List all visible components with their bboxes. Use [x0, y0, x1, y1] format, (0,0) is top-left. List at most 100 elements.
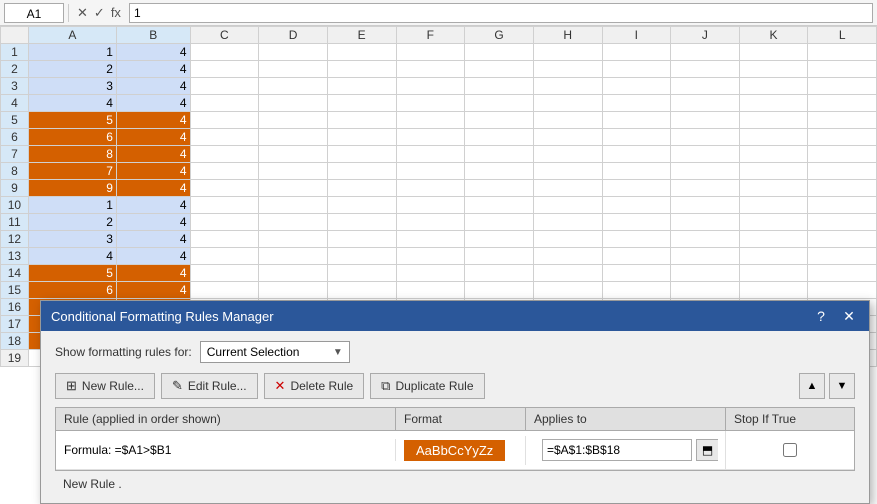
delete-rule-button[interactable]: ✕ Delete Rule	[264, 373, 365, 399]
cell-ref-box[interactable]: A1	[4, 3, 64, 23]
cell-empty[interactable]	[396, 163, 465, 180]
cell-empty[interactable]	[602, 197, 671, 214]
cell-b[interactable]: 4	[116, 231, 190, 248]
col-header-K[interactable]: K	[739, 27, 808, 44]
cell-empty[interactable]	[396, 112, 465, 129]
cell-empty[interactable]	[739, 231, 808, 248]
cell-empty[interactable]	[602, 129, 671, 146]
cell-empty[interactable]	[465, 180, 534, 197]
cell-empty[interactable]	[808, 248, 877, 265]
stop-if-true-checkbox[interactable]	[783, 443, 797, 457]
cell-empty[interactable]	[465, 112, 534, 129]
move-up-button[interactable]: ▲	[799, 373, 825, 399]
cell-empty[interactable]	[190, 44, 259, 61]
row-number[interactable]: 9	[1, 180, 29, 197]
cell-b[interactable]: 4	[116, 61, 190, 78]
cell-empty[interactable]	[671, 146, 740, 163]
cell-b[interactable]: 4	[116, 248, 190, 265]
cell-empty[interactable]	[739, 197, 808, 214]
cell-empty[interactable]	[671, 180, 740, 197]
row-number[interactable]: 12	[1, 231, 29, 248]
cell-empty[interactable]	[396, 146, 465, 163]
duplicate-rule-button[interactable]: ⧉ Duplicate Rule	[370, 373, 484, 399]
cell-empty[interactable]	[739, 129, 808, 146]
cell-empty[interactable]	[808, 163, 877, 180]
col-header-F[interactable]: F	[396, 27, 465, 44]
cell-empty[interactable]	[671, 129, 740, 146]
cell-a[interactable]: 4	[28, 95, 116, 112]
col-header-C[interactable]: C	[190, 27, 259, 44]
cell-empty[interactable]	[259, 112, 328, 129]
cell-empty[interactable]	[259, 78, 328, 95]
cell-empty[interactable]	[808, 282, 877, 299]
help-button[interactable]: ?	[811, 306, 831, 326]
cell-empty[interactable]	[259, 248, 328, 265]
cell-empty[interactable]	[465, 282, 534, 299]
cell-empty[interactable]	[190, 112, 259, 129]
cell-empty[interactable]	[259, 163, 328, 180]
cell-empty[interactable]	[190, 163, 259, 180]
close-button[interactable]: ✕	[839, 306, 859, 326]
cell-empty[interactable]	[190, 180, 259, 197]
cell-empty[interactable]	[808, 214, 877, 231]
cell-empty[interactable]	[396, 180, 465, 197]
cell-empty[interactable]	[190, 78, 259, 95]
cell-empty[interactable]	[190, 146, 259, 163]
cell-a[interactable]: 6	[28, 129, 116, 146]
cell-empty[interactable]	[671, 61, 740, 78]
cell-empty[interactable]	[602, 61, 671, 78]
cell-empty[interactable]	[396, 44, 465, 61]
col-header-I[interactable]: I	[602, 27, 671, 44]
cell-empty[interactable]	[602, 282, 671, 299]
cell-empty[interactable]	[533, 129, 602, 146]
cell-empty[interactable]	[602, 146, 671, 163]
cell-empty[interactable]	[739, 163, 808, 180]
row-number[interactable]: 18	[1, 333, 29, 350]
cell-b[interactable]: 4	[116, 265, 190, 282]
cell-empty[interactable]	[533, 44, 602, 61]
cell-empty[interactable]	[327, 129, 396, 146]
cell-empty[interactable]	[327, 231, 396, 248]
row-number[interactable]: 2	[1, 61, 29, 78]
cell-a[interactable]: 2	[28, 214, 116, 231]
cell-empty[interactable]	[533, 112, 602, 129]
new-rule-button[interactable]: ⊞ New Rule...	[55, 373, 155, 399]
cell-empty[interactable]	[259, 265, 328, 282]
applies-to-input[interactable]	[542, 439, 692, 461]
cell-empty[interactable]	[396, 231, 465, 248]
cell-empty[interactable]	[465, 214, 534, 231]
cell-empty[interactable]	[533, 282, 602, 299]
cell-b[interactable]: 4	[116, 282, 190, 299]
col-header-G[interactable]: G	[465, 27, 534, 44]
cell-empty[interactable]	[739, 248, 808, 265]
cell-empty[interactable]	[739, 44, 808, 61]
confirm-icon[interactable]: ✓	[94, 5, 105, 21]
cell-a[interactable]: 7	[28, 163, 116, 180]
cell-empty[interactable]	[465, 248, 534, 265]
cell-empty[interactable]	[465, 95, 534, 112]
cell-empty[interactable]	[671, 231, 740, 248]
row-number[interactable]: 17	[1, 316, 29, 333]
cell-empty[interactable]	[396, 78, 465, 95]
cell-empty[interactable]	[739, 146, 808, 163]
cell-empty[interactable]	[602, 112, 671, 129]
cell-empty[interactable]	[602, 78, 671, 95]
row-number[interactable]: 7	[1, 146, 29, 163]
row-number[interactable]: 15	[1, 282, 29, 299]
cell-empty[interactable]	[259, 180, 328, 197]
cell-empty[interactable]	[190, 282, 259, 299]
cell-empty[interactable]	[396, 282, 465, 299]
cell-empty[interactable]	[739, 112, 808, 129]
cell-empty[interactable]	[396, 197, 465, 214]
cell-empty[interactable]	[533, 163, 602, 180]
col-header-B[interactable]: B	[116, 27, 190, 44]
cell-empty[interactable]	[259, 129, 328, 146]
cell-empty[interactable]	[327, 163, 396, 180]
cell-empty[interactable]	[808, 231, 877, 248]
cell-a[interactable]: 9	[28, 180, 116, 197]
cell-a[interactable]: 5	[28, 265, 116, 282]
col-header-D[interactable]: D	[259, 27, 328, 44]
cell-empty[interactable]	[533, 248, 602, 265]
cell-empty[interactable]	[327, 248, 396, 265]
cell-empty[interactable]	[808, 44, 877, 61]
